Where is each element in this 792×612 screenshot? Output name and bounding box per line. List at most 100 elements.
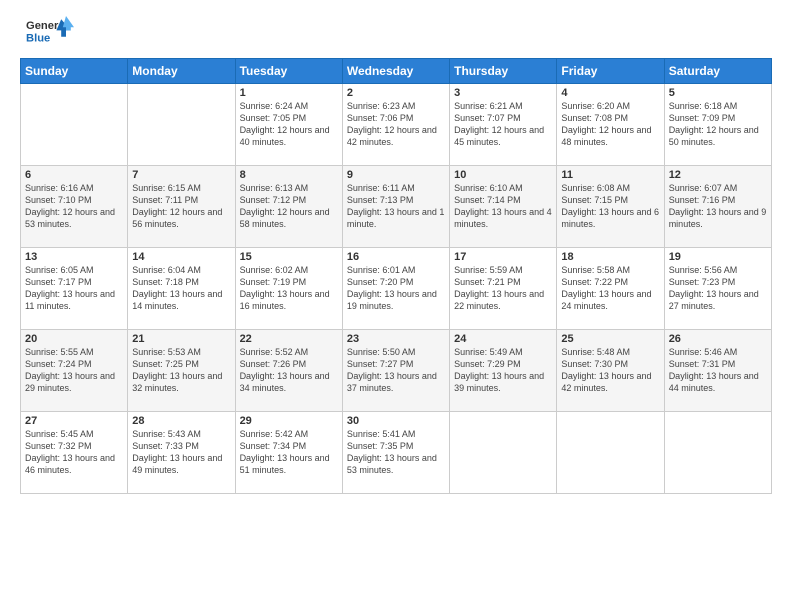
day-info: Sunrise: 6:24 AM Sunset: 7:05 PM Dayligh… bbox=[240, 100, 338, 149]
day-info: Sunrise: 5:48 AM Sunset: 7:30 PM Dayligh… bbox=[561, 346, 659, 395]
col-tuesday: Tuesday bbox=[235, 59, 342, 84]
calendar-header: Sunday Monday Tuesday Wednesday Thursday… bbox=[21, 59, 772, 84]
day-info: Sunrise: 5:43 AM Sunset: 7:33 PM Dayligh… bbox=[132, 428, 230, 477]
day-info: Sunrise: 6:15 AM Sunset: 7:11 PM Dayligh… bbox=[132, 182, 230, 231]
day-info: Sunrise: 5:46 AM Sunset: 7:31 PM Dayligh… bbox=[669, 346, 767, 395]
day-cell: 5Sunrise: 6:18 AM Sunset: 7:09 PM Daylig… bbox=[664, 84, 771, 166]
day-number: 8 bbox=[240, 169, 338, 181]
day-number: 1 bbox=[240, 87, 338, 99]
calendar-body: 1Sunrise: 6:24 AM Sunset: 7:05 PM Daylig… bbox=[21, 84, 772, 494]
day-info: Sunrise: 6:02 AM Sunset: 7:19 PM Dayligh… bbox=[240, 264, 338, 313]
day-info: Sunrise: 5:53 AM Sunset: 7:25 PM Dayligh… bbox=[132, 346, 230, 395]
day-info: Sunrise: 6:16 AM Sunset: 7:10 PM Dayligh… bbox=[25, 182, 123, 231]
day-number: 25 bbox=[561, 333, 659, 345]
day-info: Sunrise: 5:52 AM Sunset: 7:26 PM Dayligh… bbox=[240, 346, 338, 395]
day-cell: 2Sunrise: 6:23 AM Sunset: 7:06 PM Daylig… bbox=[342, 84, 449, 166]
day-cell bbox=[128, 84, 235, 166]
day-cell bbox=[21, 84, 128, 166]
day-info: Sunrise: 6:05 AM Sunset: 7:17 PM Dayligh… bbox=[25, 264, 123, 313]
day-cell bbox=[557, 412, 664, 494]
day-cell: 19Sunrise: 5:56 AM Sunset: 7:23 PM Dayli… bbox=[664, 248, 771, 330]
day-info: Sunrise: 6:18 AM Sunset: 7:09 PM Dayligh… bbox=[669, 100, 767, 149]
calendar-table: Sunday Monday Tuesday Wednesday Thursday… bbox=[20, 58, 772, 494]
day-number: 27 bbox=[25, 415, 123, 427]
day-number: 20 bbox=[25, 333, 123, 345]
day-cell: 8Sunrise: 6:13 AM Sunset: 7:12 PM Daylig… bbox=[235, 166, 342, 248]
day-info: Sunrise: 6:01 AM Sunset: 7:20 PM Dayligh… bbox=[347, 264, 445, 313]
day-info: Sunrise: 5:56 AM Sunset: 7:23 PM Dayligh… bbox=[669, 264, 767, 313]
day-cell: 18Sunrise: 5:58 AM Sunset: 7:22 PM Dayli… bbox=[557, 248, 664, 330]
day-number: 22 bbox=[240, 333, 338, 345]
day-info: Sunrise: 6:10 AM Sunset: 7:14 PM Dayligh… bbox=[454, 182, 552, 231]
day-number: 18 bbox=[561, 251, 659, 263]
day-number: 3 bbox=[454, 87, 552, 99]
header: GeneralBlue bbox=[20, 16, 772, 48]
day-number: 10 bbox=[454, 169, 552, 181]
day-cell: 6Sunrise: 6:16 AM Sunset: 7:10 PM Daylig… bbox=[21, 166, 128, 248]
day-cell: 3Sunrise: 6:21 AM Sunset: 7:07 PM Daylig… bbox=[450, 84, 557, 166]
day-cell: 14Sunrise: 6:04 AM Sunset: 7:18 PM Dayli… bbox=[128, 248, 235, 330]
logo-icon: GeneralBlue bbox=[20, 16, 80, 48]
day-info: Sunrise: 6:23 AM Sunset: 7:06 PM Dayligh… bbox=[347, 100, 445, 149]
day-cell: 27Sunrise: 5:45 AM Sunset: 7:32 PM Dayli… bbox=[21, 412, 128, 494]
day-info: Sunrise: 6:08 AM Sunset: 7:15 PM Dayligh… bbox=[561, 182, 659, 231]
day-cell: 21Sunrise: 5:53 AM Sunset: 7:25 PM Dayli… bbox=[128, 330, 235, 412]
day-number: 30 bbox=[347, 415, 445, 427]
day-number: 2 bbox=[347, 87, 445, 99]
day-number: 4 bbox=[561, 87, 659, 99]
day-info: Sunrise: 5:58 AM Sunset: 7:22 PM Dayligh… bbox=[561, 264, 659, 313]
day-cell: 10Sunrise: 6:10 AM Sunset: 7:14 PM Dayli… bbox=[450, 166, 557, 248]
day-info: Sunrise: 5:41 AM Sunset: 7:35 PM Dayligh… bbox=[347, 428, 445, 477]
day-number: 11 bbox=[561, 169, 659, 181]
day-cell: 29Sunrise: 5:42 AM Sunset: 7:34 PM Dayli… bbox=[235, 412, 342, 494]
day-cell: 17Sunrise: 5:59 AM Sunset: 7:21 PM Dayli… bbox=[450, 248, 557, 330]
day-cell: 26Sunrise: 5:46 AM Sunset: 7:31 PM Dayli… bbox=[664, 330, 771, 412]
day-number: 23 bbox=[347, 333, 445, 345]
day-cell: 28Sunrise: 5:43 AM Sunset: 7:33 PM Dayli… bbox=[128, 412, 235, 494]
day-info: Sunrise: 6:04 AM Sunset: 7:18 PM Dayligh… bbox=[132, 264, 230, 313]
week-row-1: 1Sunrise: 6:24 AM Sunset: 7:05 PM Daylig… bbox=[21, 84, 772, 166]
day-cell: 12Sunrise: 6:07 AM Sunset: 7:16 PM Dayli… bbox=[664, 166, 771, 248]
day-number: 28 bbox=[132, 415, 230, 427]
day-number: 15 bbox=[240, 251, 338, 263]
col-saturday: Saturday bbox=[664, 59, 771, 84]
col-friday: Friday bbox=[557, 59, 664, 84]
week-row-5: 27Sunrise: 5:45 AM Sunset: 7:32 PM Dayli… bbox=[21, 412, 772, 494]
day-info: Sunrise: 6:20 AM Sunset: 7:08 PM Dayligh… bbox=[561, 100, 659, 149]
day-number: 14 bbox=[132, 251, 230, 263]
day-cell: 13Sunrise: 6:05 AM Sunset: 7:17 PM Dayli… bbox=[21, 248, 128, 330]
day-number: 26 bbox=[669, 333, 767, 345]
day-cell: 25Sunrise: 5:48 AM Sunset: 7:30 PM Dayli… bbox=[557, 330, 664, 412]
day-cell: 30Sunrise: 5:41 AM Sunset: 7:35 PM Dayli… bbox=[342, 412, 449, 494]
day-info: Sunrise: 5:59 AM Sunset: 7:21 PM Dayligh… bbox=[454, 264, 552, 313]
day-info: Sunrise: 5:42 AM Sunset: 7:34 PM Dayligh… bbox=[240, 428, 338, 477]
day-cell: 7Sunrise: 6:15 AM Sunset: 7:11 PM Daylig… bbox=[128, 166, 235, 248]
day-info: Sunrise: 6:11 AM Sunset: 7:13 PM Dayligh… bbox=[347, 182, 445, 231]
day-number: 12 bbox=[669, 169, 767, 181]
day-cell bbox=[450, 412, 557, 494]
page: GeneralBlue Sunday Monday Tuesday Wednes… bbox=[0, 0, 792, 612]
day-cell: 24Sunrise: 5:49 AM Sunset: 7:29 PM Dayli… bbox=[450, 330, 557, 412]
day-info: Sunrise: 5:50 AM Sunset: 7:27 PM Dayligh… bbox=[347, 346, 445, 395]
col-monday: Monday bbox=[128, 59, 235, 84]
day-number: 9 bbox=[347, 169, 445, 181]
day-info: Sunrise: 6:07 AM Sunset: 7:16 PM Dayligh… bbox=[669, 182, 767, 231]
day-cell: 22Sunrise: 5:52 AM Sunset: 7:26 PM Dayli… bbox=[235, 330, 342, 412]
day-info: Sunrise: 5:45 AM Sunset: 7:32 PM Dayligh… bbox=[25, 428, 123, 477]
day-number: 6 bbox=[25, 169, 123, 181]
day-number: 7 bbox=[132, 169, 230, 181]
col-thursday: Thursday bbox=[450, 59, 557, 84]
day-cell bbox=[664, 412, 771, 494]
week-row-3: 13Sunrise: 6:05 AM Sunset: 7:17 PM Dayli… bbox=[21, 248, 772, 330]
svg-text:Blue: Blue bbox=[26, 33, 50, 45]
day-cell: 15Sunrise: 6:02 AM Sunset: 7:19 PM Dayli… bbox=[235, 248, 342, 330]
day-number: 24 bbox=[454, 333, 552, 345]
weekday-row: Sunday Monday Tuesday Wednesday Thursday… bbox=[21, 59, 772, 84]
day-number: 21 bbox=[132, 333, 230, 345]
day-cell: 23Sunrise: 5:50 AM Sunset: 7:27 PM Dayli… bbox=[342, 330, 449, 412]
col-sunday: Sunday bbox=[21, 59, 128, 84]
day-cell: 11Sunrise: 6:08 AM Sunset: 7:15 PM Dayli… bbox=[557, 166, 664, 248]
day-info: Sunrise: 6:21 AM Sunset: 7:07 PM Dayligh… bbox=[454, 100, 552, 149]
day-info: Sunrise: 5:55 AM Sunset: 7:24 PM Dayligh… bbox=[25, 346, 123, 395]
week-row-4: 20Sunrise: 5:55 AM Sunset: 7:24 PM Dayli… bbox=[21, 330, 772, 412]
